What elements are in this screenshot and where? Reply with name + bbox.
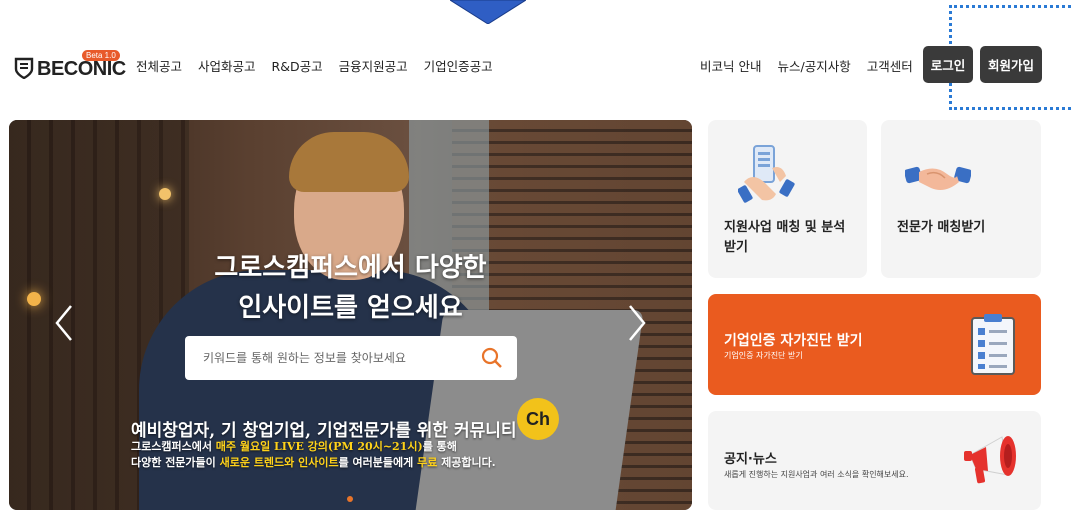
notice-news-title: 공지·뉴스	[724, 452, 777, 467]
certification-self-check-card[interactable]: 기업인증 자가진단 받기 기업인증 자가진단 받기	[708, 294, 1041, 395]
nav-news[interactable]: 뉴스/공지사항	[777, 56, 850, 75]
highlight-text: 무료	[417, 456, 438, 469]
support-matching-title: 지원사업 매칭 및 분석 받기	[724, 220, 846, 255]
hero-description-line2: 다양한 전문가들이 새로운 트렌드와 인사이트를 여러분들에게 무료 제공합니다…	[131, 454, 496, 470]
nav-all-notices[interactable]: 전체공고	[136, 56, 182, 75]
nav-finance[interactable]: 금융지원공고	[339, 56, 408, 75]
search-bar	[185, 336, 517, 380]
hero-description-line1: 그로스캠퍼스에서 매주 월요일 LIVE 강의(PM 20시~21시)를 통해	[131, 438, 457, 454]
support-matching-card[interactable]: 지원사업 매칭 및 분석 받기	[708, 120, 867, 278]
text-segment: 를 여러분들에게	[338, 456, 418, 469]
text-segment: 제공합니다.	[437, 456, 496, 469]
certification-title: 기업인증 자가진단 받기	[724, 333, 863, 349]
shield-logo-icon	[14, 57, 34, 79]
expert-matching-title: 전문가 매칭받기	[897, 220, 986, 235]
text-segment: 다양한 전문가들이	[131, 456, 220, 469]
expert-matching-card[interactable]: 전문가 매칭받기	[881, 120, 1041, 278]
hero-banner: 그로스캠퍼스에서 다양한 인사이트를 얻으세요 예비창업자, 기 창업기업, 기…	[9, 120, 692, 510]
nav-rnd[interactable]: R&D공고	[272, 56, 323, 75]
main-nav: 전체공고 사업화공고 R&D공고 금융지원공고 기업인증공고	[136, 56, 493, 75]
search-icon[interactable]	[481, 347, 503, 369]
nav-commercialization[interactable]: 사업화공고	[198, 56, 256, 75]
handshake-icon	[905, 166, 971, 190]
slide-indicator-dot[interactable]	[347, 496, 353, 502]
chevron-right-icon[interactable]	[626, 304, 648, 342]
channel-talk-badge[interactable]: Ch	[517, 398, 559, 440]
beta-badge: Beta 1.0	[82, 50, 120, 61]
text-segment: 그로스캠퍼스에서	[131, 440, 216, 453]
hero-lamp-light	[159, 188, 171, 200]
text-segment: 를 통해	[422, 440, 457, 453]
checklist-clipboard-icon	[971, 314, 1015, 375]
hero-title-line2: 인사이트를 얻으세요	[238, 293, 463, 323]
search-input[interactable]	[203, 351, 473, 365]
nav-certification[interactable]: 기업인증공고	[424, 56, 493, 75]
highlight-text: 매주 월요일 LIVE 강의(PM 20시~21시)	[215, 440, 423, 453]
top-header: BECONIC Beta 1.0 전체공고 사업화공고 R&D공고 금융지원공고…	[0, 40, 1071, 90]
certification-subtitle: 기업인증 자가진단 받기	[724, 351, 803, 360]
nav-about[interactable]: 비코닉 안내	[700, 56, 761, 75]
notice-news-subtitle: 새롭게 진행하는 지원사업과 여러 소식을 확인해보세요.	[724, 470, 909, 479]
highlight-text: 새로운 트렌드와 인사이트	[219, 456, 339, 469]
logo-text: BECONIC	[37, 58, 126, 80]
login-button[interactable]: 로그인	[923, 46, 973, 83]
nav-support[interactable]: 고객센터	[867, 56, 913, 75]
hero-title: 그로스캠퍼스에서 다양한 인사이트를 얻으세요	[9, 248, 692, 328]
chevron-left-icon[interactable]	[53, 304, 75, 342]
beconic-logo[interactable]: BECONIC Beta 1.0	[14, 48, 126, 82]
utility-nav: 비코닉 안내 뉴스/공지사항 고객센터	[700, 56, 913, 75]
hero-title-line1: 그로스캠퍼스에서 다양한	[214, 253, 487, 283]
notice-news-card[interactable]: 공지·뉴스 새롭게 진행하는 지원사업과 여러 소식을 확인해보세요.	[708, 411, 1041, 510]
phone-in-hand-icon	[738, 145, 795, 203]
megaphone-icon	[964, 436, 1016, 484]
hero-person-hair	[289, 132, 409, 192]
annotation-arrow	[450, 0, 526, 24]
signup-button[interactable]: 회원가입	[980, 46, 1042, 83]
